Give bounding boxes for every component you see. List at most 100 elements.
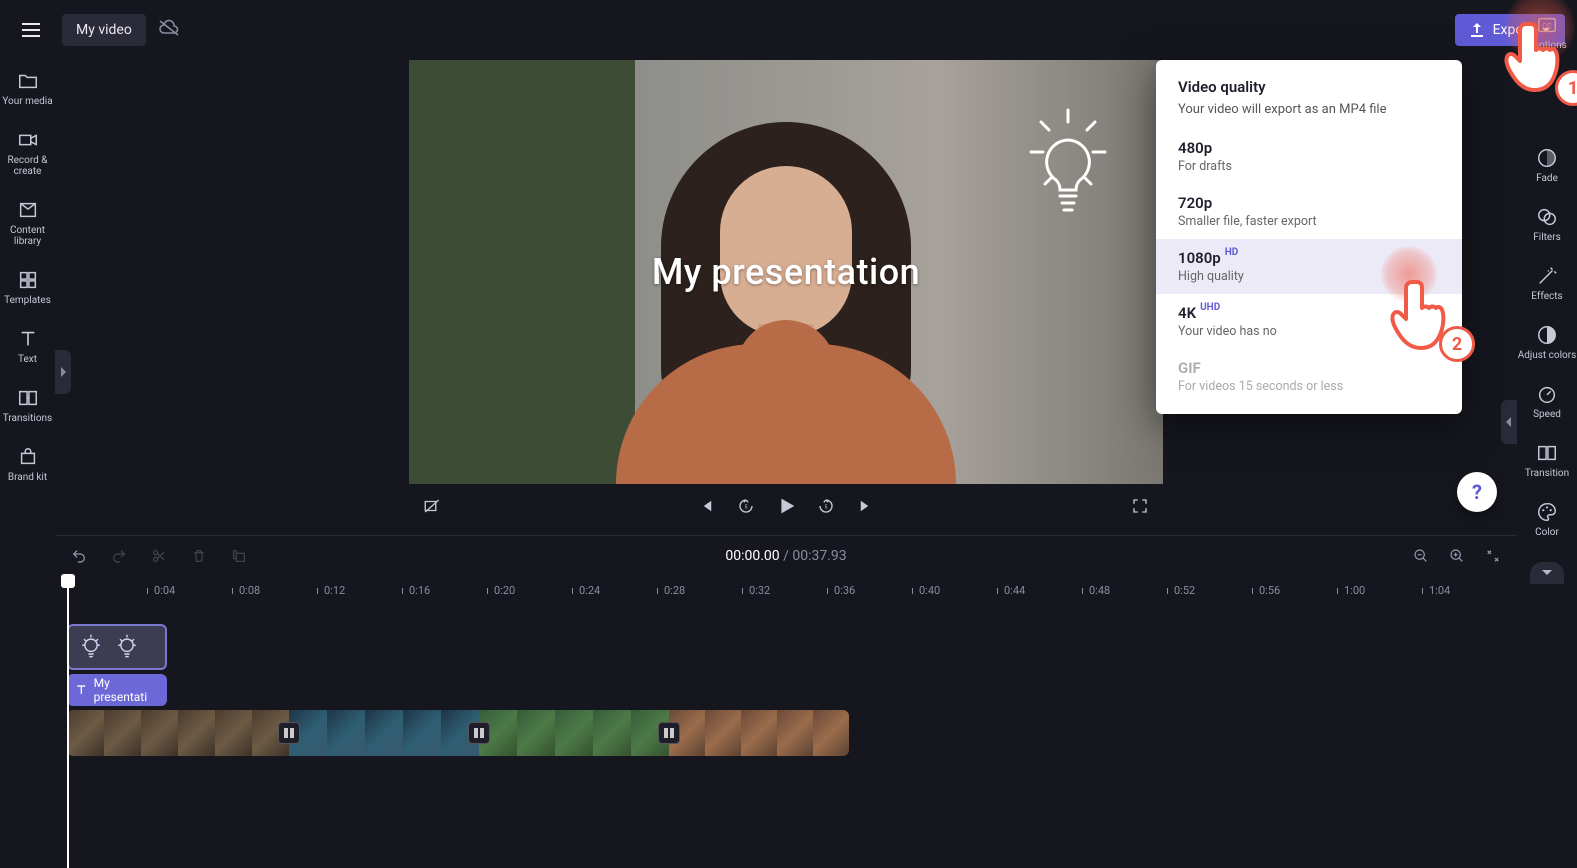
camera-icon xyxy=(17,129,39,151)
rightbar-item-captions[interactable]: CC Captions xyxy=(1517,10,1577,55)
ruler-tick: 0:08 xyxy=(232,584,260,597)
bulb-icon xyxy=(113,633,141,661)
export-option-desc: Smaller file, faster export xyxy=(1178,214,1440,229)
svg-text:5: 5 xyxy=(745,504,748,510)
transition-handle[interactable] xyxy=(468,722,490,744)
top-bar: My video Export xyxy=(0,0,1577,60)
ruler-tick: 1:04 xyxy=(1422,584,1450,597)
fade-icon xyxy=(1536,147,1558,169)
bag-icon xyxy=(17,446,39,468)
export-option-desc: High quality xyxy=(1178,269,1440,284)
export-popover-title: Video quality xyxy=(1156,78,1462,102)
sidebar-item-brand-kit[interactable]: Brand kit xyxy=(0,442,55,487)
right-sidebar: CC Captions Fade Filters Effects Adjust … xyxy=(1517,0,1577,868)
chevron-down-icon xyxy=(1541,569,1553,577)
video-segment[interactable] xyxy=(479,710,669,756)
ruler-tick: 0:52 xyxy=(1167,584,1195,597)
timeline-current-time: 00:00.00 xyxy=(725,548,779,564)
ruler-tick: 0:40 xyxy=(912,584,940,597)
export-option-desc: For videos 15 seconds or less xyxy=(1178,379,1440,394)
zoom-fit-button[interactable] xyxy=(1481,544,1505,568)
text-clip[interactable]: My presentati xyxy=(67,674,167,706)
timeline-time: 00:00.00 / 00:37.93 xyxy=(725,548,846,564)
fullscreen-button[interactable] xyxy=(1125,491,1155,521)
video-segment[interactable] xyxy=(67,710,289,756)
duplicate-button[interactable] xyxy=(227,544,251,568)
hamburger-menu[interactable] xyxy=(12,11,50,49)
rightbar-item-label: Adjust colors xyxy=(1518,350,1577,361)
safe-zones-button[interactable] xyxy=(417,491,447,521)
ruler-tick: 0:24 xyxy=(572,584,600,597)
speed-icon xyxy=(1536,383,1558,405)
rightbar-item-effects[interactable]: Effects xyxy=(1517,261,1577,306)
zoom-in-button[interactable] xyxy=(1445,544,1469,568)
video-clip-group[interactable] xyxy=(67,710,849,756)
graphic-track xyxy=(67,624,1505,670)
transition-handle[interactable] xyxy=(658,722,680,744)
help-button[interactable]: ? xyxy=(1457,472,1497,512)
zoom-out-button[interactable] xyxy=(1409,544,1433,568)
sidebar-item-label: Brand kit xyxy=(8,472,47,483)
hamburger-icon xyxy=(21,22,41,38)
export-option-1080p[interactable]: 1080pHD High quality xyxy=(1156,239,1462,294)
timeline-area: 00:00.00 / 00:37.93 0:040:080:120:160:20… xyxy=(55,535,1517,868)
sidebar-item-text[interactable]: Text xyxy=(0,324,55,369)
sidebar-item-label: Your media xyxy=(2,96,52,107)
contrast-icon xyxy=(1536,324,1558,346)
rightbar-item-color[interactable]: Color xyxy=(1517,497,1577,542)
sidebar-item-content-library[interactable]: Content library xyxy=(0,195,55,251)
rightbar-item-fade[interactable]: Fade xyxy=(1517,143,1577,188)
svg-text:5: 5 xyxy=(825,504,828,510)
ruler-tick: 0:28 xyxy=(657,584,685,597)
video-preview[interactable]: My presentation xyxy=(409,60,1163,484)
video-segment[interactable] xyxy=(289,710,479,756)
delete-button[interactable] xyxy=(187,544,211,568)
timeline-ruler[interactable]: 0:040:080:120:160:200:240:280:320:360:40… xyxy=(67,580,1505,608)
preview-person xyxy=(576,104,996,484)
captions-icon: CC xyxy=(1536,14,1558,36)
ruler-tick: 0:16 xyxy=(402,584,430,597)
undo-button[interactable] xyxy=(67,544,91,568)
forward-button[interactable]: 5 xyxy=(811,491,841,521)
ruler-tick: 0:48 xyxy=(1082,584,1110,597)
rightbar-item-label: Captions xyxy=(1527,40,1567,51)
rightbar-more[interactable] xyxy=(1530,562,1564,584)
sidebar-item-label: Text xyxy=(18,354,37,365)
sidebar-item-record-create[interactable]: Record & create xyxy=(0,125,55,181)
text-track: My presentati xyxy=(67,674,1505,706)
skip-end-button[interactable] xyxy=(851,491,881,521)
transition-icon xyxy=(1536,442,1558,464)
ruler-tick: 0:20 xyxy=(487,584,515,597)
ruler-tick: 1:00 xyxy=(1337,584,1365,597)
sidebar-item-your-media[interactable]: Your media xyxy=(0,66,55,111)
redo-button[interactable] xyxy=(107,544,131,568)
split-button[interactable] xyxy=(147,544,171,568)
export-option-480p[interactable]: 480p For drafts xyxy=(1156,129,1462,184)
skip-start-button[interactable] xyxy=(691,491,721,521)
export-option-720p[interactable]: 720p Smaller file, faster export xyxy=(1156,184,1462,239)
rightbar-item-label: Filters xyxy=(1533,232,1561,243)
export-option-name: 480p xyxy=(1178,139,1212,157)
export-popover-subtitle: Your video will export as an MP4 file xyxy=(1156,102,1462,129)
play-button[interactable] xyxy=(771,491,801,521)
export-option-4k[interactable]: 4KUHD Your video has no xyxy=(1156,294,1462,349)
export-option-gif[interactable]: GIF For videos 15 seconds or less xyxy=(1156,349,1462,404)
cloud-off-icon xyxy=(158,19,180,41)
rightbar-item-filters[interactable]: Filters xyxy=(1517,202,1577,247)
graphic-clip[interactable] xyxy=(67,624,167,670)
library-icon xyxy=(17,199,39,221)
rightbar-item-adjust-colors[interactable]: Adjust colors xyxy=(1517,320,1577,365)
playhead[interactable] xyxy=(67,576,69,868)
rightbar-item-transition[interactable]: Transition xyxy=(1517,438,1577,483)
rightbar-item-speed[interactable]: Speed xyxy=(1517,379,1577,424)
sidebar-item-transitions[interactable]: Transitions xyxy=(0,383,55,428)
project-name[interactable]: My video xyxy=(62,14,146,46)
export-option-name: 1080p xyxy=(1178,249,1221,267)
text-icon xyxy=(75,683,88,697)
sidebar-item-templates[interactable]: Templates xyxy=(0,265,55,310)
video-segment[interactable] xyxy=(669,710,849,756)
export-option-desc: Your video has no xyxy=(1178,324,1440,339)
rewind-button[interactable]: 5 xyxy=(731,491,761,521)
sidebar-item-label: Content library xyxy=(0,225,55,247)
transition-handle[interactable] xyxy=(278,722,300,744)
